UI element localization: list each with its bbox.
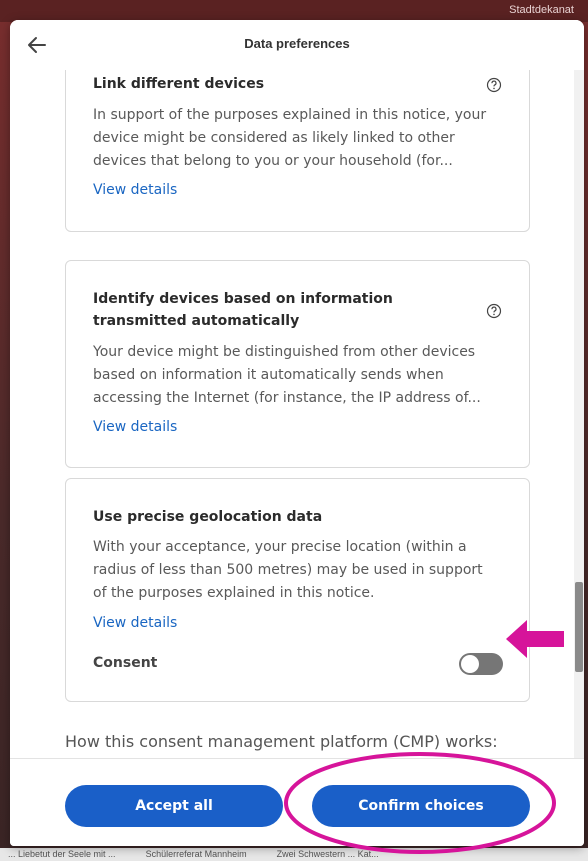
- purpose-card-precise-geolocation: Use precise geolocation data With your a…: [65, 478, 530, 702]
- card-title: Use precise geolocation data: [93, 509, 323, 525]
- modal-header: Data preferences: [10, 20, 584, 70]
- view-details-link[interactable]: View details: [93, 615, 177, 631]
- card-description-line: based on information it automatically se…: [93, 367, 444, 383]
- card-description: In support of the purposes explained in …: [93, 104, 513, 173]
- card-description-line: of the purposes explained in this notice…: [93, 585, 375, 601]
- help-icon[interactable]: [486, 303, 502, 319]
- scrollbar-thumb[interactable]: [575, 582, 583, 672]
- card-description-line: With your acceptance, your precise locat…: [93, 539, 467, 555]
- annotation-arrow-icon: [506, 620, 564, 658]
- purpose-card-link-devices: Link different devices In support of the…: [65, 70, 530, 232]
- cmp-section-heading: How this consent management platform (CM…: [65, 732, 498, 751]
- consent-toggle[interactable]: [459, 653, 503, 675]
- modal-title: Data preferences: [244, 36, 350, 51]
- card-title-line: Identify devices based on information: [93, 291, 393, 307]
- card-title-line: transmitted automatically: [93, 313, 300, 329]
- card-description-line: Your device might be distinguished from …: [93, 344, 476, 360]
- consent-label: Consent: [93, 655, 158, 671]
- view-details-link[interactable]: View details: [93, 182, 177, 198]
- view-details-link[interactable]: View details: [93, 419, 177, 435]
- card-description-line: In support of the purposes explained in …: [93, 107, 487, 123]
- card-description-line: devices that belong to you or your house…: [93, 153, 453, 169]
- annotation-ellipse: [284, 752, 556, 854]
- background-footer-item: ... Liebetut der Seele mit ...: [8, 849, 116, 859]
- background-header-text: Stadtdekanat: [509, 4, 574, 16]
- preferences-scroll-area[interactable]: Link different devices In support of the…: [10, 70, 584, 758]
- help-icon[interactable]: [486, 77, 502, 93]
- card-description: With your acceptance, your precise locat…: [93, 536, 513, 605]
- card-description: Your device might be distinguished from …: [93, 341, 513, 410]
- consent-toggle-knob: [461, 655, 479, 673]
- purpose-card-identify-devices: Identify devices based on information tr…: [65, 260, 530, 468]
- data-preferences-modal: Data preferences Link different devices …: [10, 20, 584, 846]
- card-title: Link different devices: [93, 76, 265, 92]
- card-title: Identify devices based on information tr…: [93, 288, 393, 332]
- card-description-line: radius of less than 500 metres) may be u…: [93, 562, 483, 578]
- card-description-line: accessing the Internet (for instance, th…: [93, 390, 481, 406]
- background-header: Stadtdekanat: [0, 0, 588, 22]
- background-footer-item: Schülerreferat Mannheim: [145, 849, 247, 859]
- accept-all-button[interactable]: Accept all: [65, 785, 283, 827]
- card-description-line: device might be considered as likely lin…: [93, 130, 455, 146]
